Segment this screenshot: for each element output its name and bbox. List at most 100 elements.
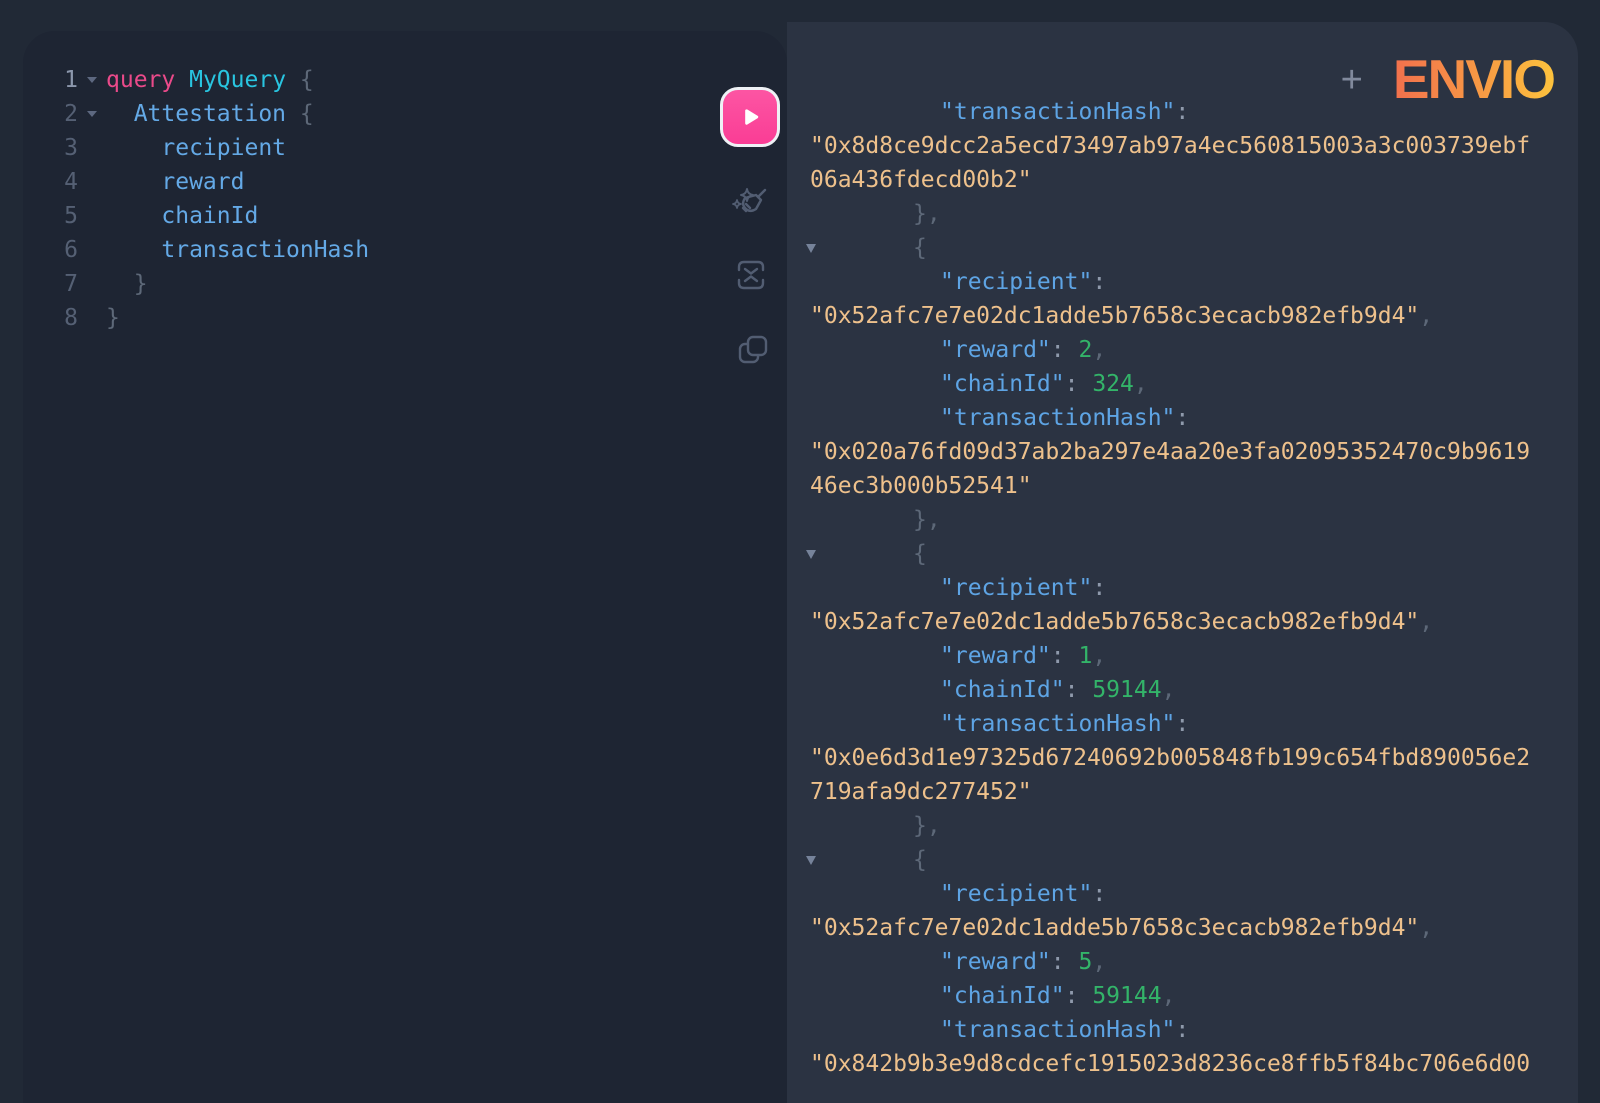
editor-line[interactable]: 7 } (23, 267, 787, 301)
token-str: "0x8d8ce9dcc2a5ecd73497ab97a4ec560815003… (810, 133, 1530, 159)
token-pn: , (1162, 983, 1176, 1009)
token-pl (106, 169, 161, 195)
line-number: 2 (23, 97, 78, 131)
token-pn: , (1092, 643, 1106, 669)
line-number: 6 (23, 233, 78, 267)
token-pl (106, 101, 134, 127)
token-cl: : (1051, 949, 1079, 975)
response-lines: "transactionHash": "0x8d8ce9dcc2a5ecd7349… (810, 22, 1578, 1081)
token-op: MyQuery (189, 67, 286, 93)
response-line: "chainId": 324, (810, 367, 1578, 401)
response-line: "transactionHash": (810, 707, 1578, 741)
token-pn: , (1419, 609, 1433, 635)
response-line: { (810, 231, 1578, 265)
execute-button[interactable] (720, 87, 780, 147)
response-line: 06a436fdecd00b2" (810, 163, 1578, 197)
token-field: reward (161, 169, 244, 195)
token-pl (106, 135, 161, 161)
token-key: "reward" (940, 643, 1051, 669)
token-pl (106, 237, 161, 263)
editor-line[interactable]: 2 Attestation { (23, 97, 787, 131)
token-pn: { (913, 235, 927, 261)
token-key: "reward" (940, 337, 1051, 363)
response-panel[interactable]: "transactionHash": "0x8d8ce9dcc2a5ecd7349… (787, 22, 1578, 1103)
brand-row: + ENVIO (1337, 52, 1554, 107)
token-num: 59144 (1092, 677, 1161, 703)
token-cl: : (1065, 983, 1093, 1009)
token-str: "0x52afc7e7e02dc1adde5b7658c3ecacb982efb… (810, 303, 1419, 329)
fold-gutter (78, 267, 106, 301)
token-pn: , (1092, 949, 1106, 975)
token-cl: : (1065, 677, 1093, 703)
token-pn: , (1419, 303, 1433, 329)
fold-gutter (78, 233, 106, 267)
fold-arrow-icon[interactable] (806, 550, 816, 559)
fold-arrow-icon[interactable] (78, 63, 106, 97)
copy-button[interactable] (735, 332, 771, 370)
token-str: "0x020a76fd09d37ab2ba297e4aa20e3fa020953… (810, 439, 1530, 465)
add-tab-button[interactable]: + (1337, 61, 1367, 99)
response-line: "recipient": (810, 571, 1578, 605)
copy-icon (735, 332, 771, 370)
token-num: 1 (1078, 643, 1092, 669)
editor-line[interactable]: 5 chainId (23, 199, 787, 233)
merge-fragments-icon (731, 257, 771, 293)
response-line: "reward": 2, (810, 333, 1578, 367)
editor-line[interactable]: 4 reward (23, 165, 787, 199)
play-icon (733, 100, 767, 134)
prettify-button[interactable] (729, 181, 773, 225)
fold-gutter (78, 199, 106, 233)
response-line: "reward": 1, (810, 639, 1578, 673)
fold-arrow-icon[interactable] (78, 97, 106, 131)
token-pn: { (913, 541, 927, 567)
token-str: "0x0e6d3d1e97325d67240692b005848fb199c65… (810, 745, 1530, 771)
response-line: "recipient": (810, 877, 1578, 911)
token-cl: : (1175, 1017, 1189, 1043)
response-line: "0x52afc7e7e02dc1adde5b7658c3ecacb982efb… (810, 299, 1578, 333)
response-line: "recipient": (810, 265, 1578, 299)
token-key: "reward" (940, 949, 1051, 975)
token-kw: query (106, 67, 175, 93)
token-pn: } (106, 271, 148, 297)
token-num: 5 (1078, 949, 1092, 975)
fold-arrow-icon[interactable] (806, 244, 816, 253)
token-pn: { (300, 101, 314, 127)
token-num: 59144 (1092, 983, 1161, 1009)
token-key: "recipient" (940, 881, 1092, 907)
editor-code: Attestation { (106, 97, 314, 131)
envio-logo[interactable]: ENVIO (1393, 52, 1554, 107)
response-line: "0x842b9b3e9d8cdcefc1915023d8236ce8ffb5f… (810, 1047, 1578, 1081)
query-editor-panel[interactable]: 1query MyQuery {2 Attestation {3 recipie… (23, 31, 787, 1103)
response-line: "chainId": 59144, (810, 673, 1578, 707)
token-pn: , (1419, 915, 1433, 941)
token-key: "recipient" (940, 575, 1092, 601)
merge-button[interactable] (731, 257, 771, 293)
token-key: "transactionHash" (940, 99, 1175, 125)
token-num: 2 (1078, 337, 1092, 363)
editor-code: query MyQuery { (106, 63, 314, 97)
token-pn: { (913, 847, 927, 873)
token-str: "0x842b9b3e9d8cdcefc1915023d8236ce8ffb5f… (810, 1051, 1530, 1077)
editor-line[interactable]: 6 transactionHash (23, 233, 787, 267)
token-pn: , (1134, 371, 1148, 397)
editor-line[interactable]: 8} (23, 301, 787, 335)
response-line: "0x020a76fd09d37ab2ba297e4aa20e3fa020953… (810, 435, 1578, 469)
token-key: "transactionHash" (940, 405, 1175, 431)
response-line: "0x52afc7e7e02dc1adde5b7658c3ecacb982efb… (810, 911, 1578, 945)
token-key: "recipient" (940, 269, 1092, 295)
fold-arrow-icon[interactable] (806, 856, 816, 865)
token-str: 719afa9dc277452" (810, 779, 1032, 805)
token-cl: : (1175, 405, 1189, 431)
token-str: "0x52afc7e7e02dc1adde5b7658c3ecacb982efb… (810, 609, 1419, 635)
editor-code: recipient (106, 131, 286, 165)
response-line: "0x8d8ce9dcc2a5ecd73497ab97a4ec560815003… (810, 129, 1578, 163)
response-line: }, (810, 503, 1578, 537)
response-line: "transactionHash": (810, 401, 1578, 435)
editor-code: } (106, 267, 148, 301)
editor-code: chainId (106, 199, 258, 233)
token-field: chainId (161, 203, 258, 229)
token-cl: : (1092, 881, 1106, 907)
editor-line[interactable]: 3 recipient (23, 131, 787, 165)
editor-line[interactable]: 1query MyQuery { (23, 63, 787, 97)
token-str: "0x52afc7e7e02dc1adde5b7658c3ecacb982efb… (810, 915, 1419, 941)
